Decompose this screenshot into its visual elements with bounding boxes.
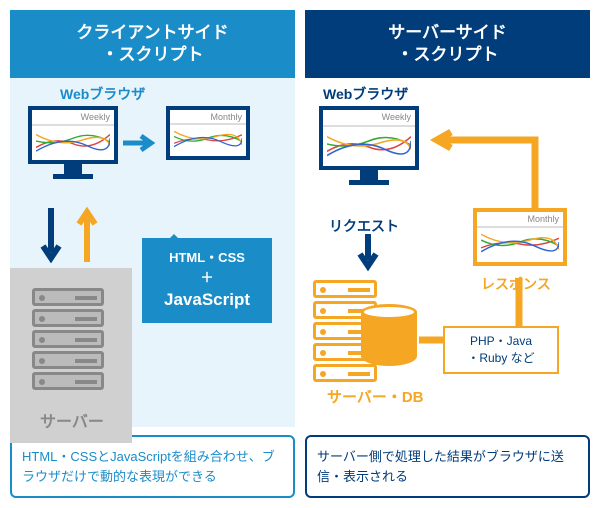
browser-label-left: Webブラウザ <box>60 84 145 104</box>
browser-label-right: Webブラウザ <box>323 84 408 104</box>
server-side-panel: サーバーサイド・スクリプト Webブラウザ Weekly Monthly <box>305 10 590 498</box>
browser-monitor-monthly: Monthly <box>166 106 250 160</box>
response-monitor-monthly: Monthly <box>473 208 567 266</box>
server-header: サーバーサイド・スクリプト <box>305 10 590 78</box>
database-icon <box>361 304 417 370</box>
server-footer: サーバー側で処理した結果がブラウザに送信・表示される <box>305 435 590 498</box>
server-footer-text: サーバー側で処理した結果がブラウザに送信・表示される <box>317 449 564 484</box>
chart-title-monthly: Monthly <box>170 110 246 124</box>
client-header: クライアントサイド・スクリプト <box>10 10 295 78</box>
chart-title-weekly: Weekly <box>32 110 114 124</box>
arrow-up-icon <box>76 208 98 273</box>
server-body: Webブラウザ Weekly Monthly <box>305 78 590 427</box>
chart-lines-icon <box>327 126 411 162</box>
chart-lines-icon <box>36 126 110 156</box>
bubble-line1: HTML・CSS <box>154 248 260 268</box>
bubble-plus: ＋ <box>154 268 260 288</box>
arrow-down-icon <box>40 208 62 273</box>
chart-lines-icon <box>481 228 559 258</box>
tech-box-text: PHP・Java・Ruby など <box>467 334 534 365</box>
browser-monitor-weekly: Weekly <box>28 106 118 179</box>
tech-bubble: HTML・CSS ＋ JavaScript <box>142 238 272 323</box>
client-side-panel: クライアントサイド・スクリプト Webブラウザ Weekly Monthly <box>10 10 295 498</box>
client-footer-text: HTML・CSSとJavaScriptを組み合わせ、ブラウザだけで動的な表現がで… <box>22 449 275 484</box>
arrow-right-icon <box>123 133 159 158</box>
tech-box: PHP・Java・Ruby など <box>443 326 559 374</box>
server-db-label: サーバー・DB <box>327 386 424 407</box>
chart-lines-icon <box>174 126 242 152</box>
server-label-left: サーバー <box>40 408 104 432</box>
browser-monitor-weekly-r: Weekly <box>319 106 419 185</box>
bubble-js: JavaScript <box>154 287 260 313</box>
request-arrow-icon <box>357 234 379 279</box>
chart-title-weekly-r: Weekly <box>323 110 415 124</box>
request-label: リクエスト <box>329 216 399 236</box>
client-title: クライアントサイド・スクリプト <box>76 23 228 64</box>
chart-title-monthly-r: Monthly <box>477 212 563 226</box>
server-icon <box>32 288 104 393</box>
client-footer: HTML・CSSとJavaScriptを組み合わせ、ブラウザだけで動的な表現がで… <box>10 435 295 498</box>
client-body: Webブラウザ Weekly Monthly <box>10 78 295 427</box>
server-title: サーバーサイド・スクリプト <box>388 23 507 64</box>
